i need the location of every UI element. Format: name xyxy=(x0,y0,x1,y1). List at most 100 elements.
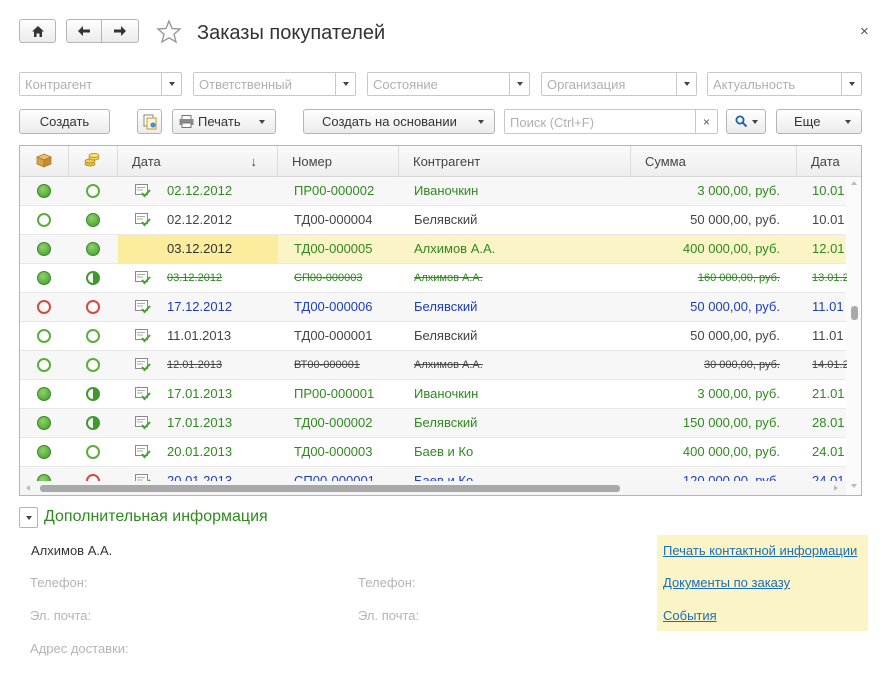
row-date2: 10.01 xyxy=(812,212,845,227)
row-number: ПР00-000002 xyxy=(294,183,375,198)
posted-status-icon xyxy=(37,300,51,314)
scroll-up-icon[interactable] xyxy=(851,181,857,185)
forward-button[interactable] xyxy=(101,19,139,43)
row-sum: 50 000,00, руб. xyxy=(690,299,780,314)
table-row[interactable]: 11.01.2013 ТД00-000001 Белявский 50 000,00,… xyxy=(20,322,846,351)
orders-table[interactable]: Дата ↓ Номер Контрагент Сумма Дата 02.12… xyxy=(19,145,862,496)
home-button[interactable] xyxy=(19,19,56,43)
row-sum: 160 000,00, руб. xyxy=(697,272,780,284)
payment-status-icon xyxy=(86,387,100,401)
table-row[interactable]: 02.12.2012 ПР00-000002 Иваночкин 3 000,00, … xyxy=(20,177,846,206)
posted-status-icon xyxy=(37,329,51,343)
scroll-right-icon[interactable] xyxy=(834,485,838,491)
table-row[interactable]: 20.01.2013 ТД00-000003 Баев и Ко 400 000,00… xyxy=(20,438,846,467)
scroll-left-icon[interactable] xyxy=(26,485,30,491)
chevron-down-icon xyxy=(25,515,32,520)
filter-relevance[interactable]: Актуальность xyxy=(707,72,862,96)
row-date2: 12.01 xyxy=(812,241,845,256)
favorite-star-icon[interactable] xyxy=(156,19,182,47)
payment-status-icon xyxy=(86,300,100,314)
row-date: 20.01.2013 xyxy=(167,444,233,459)
column-header-date2[interactable]: Дата xyxy=(797,146,861,177)
column-header-number[interactable]: Номер xyxy=(278,146,399,177)
details-email-label: Эл. почта: xyxy=(30,608,92,623)
more-button[interactable]: Еще xyxy=(776,109,862,134)
create-based-on-button[interactable]: Создать на основании xyxy=(303,109,495,134)
back-button[interactable] xyxy=(66,19,102,43)
row-date: 02.12.2012 xyxy=(167,212,233,227)
filter-state[interactable]: Состояние xyxy=(367,72,530,96)
details-contact-email-label: Эл. почта: xyxy=(358,608,420,623)
horizontal-scrollbar[interactable] xyxy=(20,481,846,495)
row-date2: 11.01 xyxy=(812,299,844,314)
print-contact-info-link[interactable]: Печать контактной информации xyxy=(663,543,857,558)
row-date: 11.01.2013 xyxy=(167,328,232,343)
column-header-paid[interactable] xyxy=(69,146,118,177)
vertical-scroll-thumb[interactable] xyxy=(851,306,858,320)
row-number: ТД00-000005 xyxy=(294,241,373,256)
posted-status-icon xyxy=(37,387,51,401)
filter-responsible[interactable]: Ответственный xyxy=(193,72,356,96)
filter-state-placeholder: Состояние xyxy=(373,77,438,92)
close-icon[interactable]: × xyxy=(860,23,869,40)
chevron-down-icon[interactable] xyxy=(161,73,181,95)
order-documents-link[interactable]: Документы по заказу xyxy=(663,575,790,590)
vertical-scrollbar[interactable] xyxy=(847,177,861,495)
document-posted-icon xyxy=(135,387,151,404)
row-counterparty: Белявский xyxy=(414,299,478,314)
clear-search-icon[interactable]: × xyxy=(695,110,717,133)
create-button[interactable]: Создать xyxy=(19,109,110,134)
posted-status-icon xyxy=(37,242,51,256)
horizontal-scroll-thumb[interactable] xyxy=(40,485,620,492)
filter-organization[interactable]: Организация xyxy=(541,72,697,96)
payment-status-icon xyxy=(86,271,100,285)
filter-counterparty[interactable]: Контрагент xyxy=(19,72,182,96)
row-date: 17.01.2013 xyxy=(167,386,233,401)
row-date2: 10.01 xyxy=(812,183,845,198)
search-input[interactable]: Поиск (Ctrl+F) × xyxy=(504,109,718,134)
row-number: ТД00-000006 xyxy=(294,299,373,314)
row-sum: 150 000,00, руб. xyxy=(682,415,780,430)
column-header-sum[interactable]: Сумма xyxy=(631,146,797,177)
column-header-date[interactable]: Дата ↓ xyxy=(118,146,278,177)
row-date2: 28.01 xyxy=(812,415,845,430)
column-header-counterparty[interactable]: Контрагент xyxy=(399,146,631,177)
row-sum: 50 000,00, руб. xyxy=(690,328,780,343)
table-row[interactable]: 17.01.2013 ТД00-000002 Белявский 150 000,00… xyxy=(20,409,846,438)
copy-button[interactable] xyxy=(137,109,162,134)
row-date2: 13.01.2 xyxy=(812,272,849,284)
posted-status-icon xyxy=(37,445,51,459)
printer-icon xyxy=(179,115,194,128)
table-row[interactable]: 03.12.2012 СП00-000003 Алхимов А.А. 160 000… xyxy=(20,264,849,293)
print-button[interactable]: Печать xyxy=(172,109,276,134)
row-counterparty: Баев и Ко xyxy=(414,444,474,459)
chevron-down-icon[interactable] xyxy=(841,73,861,95)
row-counterparty: Алхимов А.А. xyxy=(414,359,483,371)
table-row[interactable]: 17.01.2013 ПР00-000001 Иваночкин 3 000,00, … xyxy=(20,380,846,409)
create-based-on-label: Создать на основании xyxy=(322,114,457,129)
details-collapse-toggle[interactable] xyxy=(19,507,38,528)
row-counterparty: Алхимов А.А. xyxy=(414,272,483,284)
row-date: 03.12.2012 xyxy=(167,241,233,256)
details-client-name: Алхимов А.А. xyxy=(31,543,113,558)
row-number: ТД00-000004 xyxy=(294,212,373,227)
row-counterparty: Алхимов А.А. xyxy=(414,241,496,256)
title-bar: Заказы покупателей × xyxy=(0,0,888,62)
details-address-label: Адрес доставки: xyxy=(30,641,129,656)
chevron-down-icon[interactable] xyxy=(509,73,529,95)
events-link[interactable]: События xyxy=(663,608,717,623)
table-row[interactable]: 12.01.2013 ВТ00-000001 Алхимов А.А. 30 000,… xyxy=(20,351,849,380)
arrow-left-icon xyxy=(78,26,90,36)
row-number: ТД00-000001 xyxy=(294,328,373,343)
table-row[interactable]: 03.12.2012 ТД00-000005 Алхимов А.А. 400 000… xyxy=(20,235,846,264)
search-options-button[interactable] xyxy=(726,109,766,134)
posted-status-icon xyxy=(37,358,51,372)
column-header-posted[interactable] xyxy=(20,146,69,177)
table-row[interactable]: 02.12.2012 ТД00-000004 Белявский 50 000,00,… xyxy=(20,206,846,235)
row-date: 17.01.2013 xyxy=(167,415,233,430)
scroll-down-icon[interactable] xyxy=(851,484,857,488)
chevron-down-icon[interactable] xyxy=(335,73,355,95)
document-posted-icon xyxy=(135,300,151,317)
chevron-down-icon[interactable] xyxy=(676,73,696,95)
table-row[interactable]: 17.12.2012 ТД00-000006 Белявский 50 000,00,… xyxy=(20,293,846,322)
